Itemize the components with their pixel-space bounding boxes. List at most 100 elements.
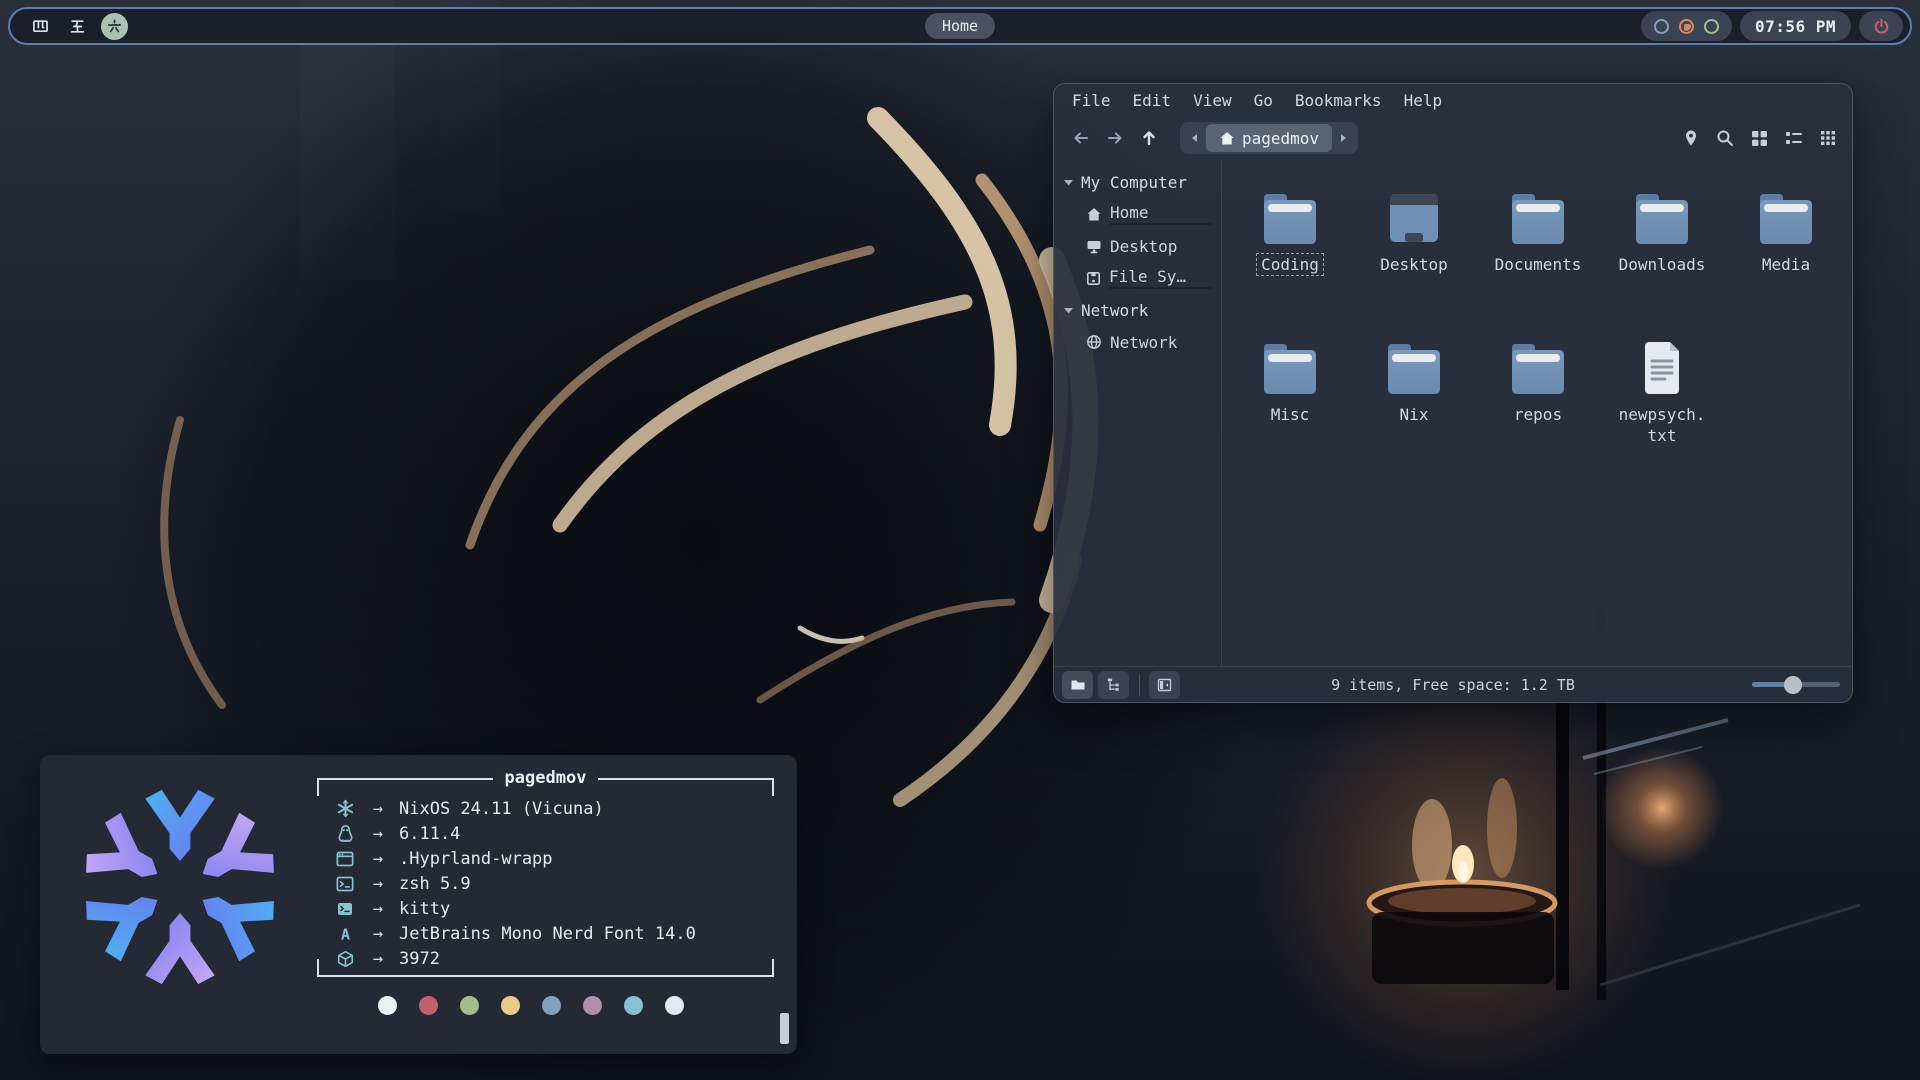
file-item-documents[interactable]: Documents — [1476, 189, 1600, 339]
tray-circle-green[interactable] — [1704, 19, 1719, 34]
folder-icon — [1510, 189, 1566, 245]
path-segment-home[interactable]: pagedmov — [1206, 124, 1332, 152]
sidebar-item-label: Network — [1110, 333, 1177, 352]
fetch-row-packages: → 3972 — [333, 946, 774, 971]
nixos-logo — [76, 783, 284, 991]
folder-icon — [1758, 189, 1814, 245]
terminal-icon — [337, 902, 353, 916]
tray-circle-blue[interactable] — [1654, 19, 1669, 34]
fetch-terminal-value: kitty — [399, 899, 450, 919]
path-location-label: pagedmov — [1242, 129, 1319, 148]
toolbar-view-controls — [1683, 129, 1838, 148]
file-item-desktop[interactable]: Desktop — [1352, 189, 1476, 339]
back-button[interactable] — [1064, 123, 1098, 153]
forward-arrow-icon — [1106, 130, 1124, 146]
list-view-icon[interactable] — [1785, 130, 1803, 146]
sidebar-item-desktop[interactable]: Desktop — [1054, 230, 1221, 262]
sidebar-item-label: Desktop — [1110, 237, 1177, 256]
package-cube-icon — [337, 950, 354, 968]
font-icon: A — [337, 926, 354, 942]
tree-icon — [1106, 677, 1121, 692]
file-item-media[interactable]: Media — [1724, 189, 1848, 339]
arrow-glyph: → — [363, 949, 393, 969]
home-icon — [1086, 207, 1102, 222]
shell-terminal-icon — [336, 876, 354, 892]
file-view[interactable]: Coding Desktop Documents — [1222, 160, 1852, 666]
menu-help[interactable]: Help — [1404, 91, 1443, 114]
workspace-6-active[interactable] — [101, 13, 128, 40]
palette-dot-6 — [624, 996, 643, 1015]
kanji-six-icon — [106, 18, 123, 35]
text-file-icon — [1640, 339, 1684, 395]
side-pane-icon — [1157, 678, 1172, 692]
file-item-misc[interactable]: Misc — [1228, 339, 1352, 489]
places-sidebar: My Computer Home Desktop File Sy… Networ… — [1054, 160, 1222, 666]
file-manager-window: File Edit View Go Bookmarks Help pagedmo… — [1053, 83, 1853, 703]
file-item-newpsych-txt[interactable]: newpsych.txt — [1600, 339, 1724, 489]
status-bar: 9 items, Free space: 1.2 TB — [1054, 666, 1852, 702]
menu-go[interactable]: Go — [1254, 91, 1273, 114]
folder-icon — [1262, 189, 1318, 245]
menu-bookmarks[interactable]: Bookmarks — [1295, 91, 1382, 114]
fetch-username: pagedmov — [493, 768, 599, 789]
zoom-slider-knob[interactable] — [1784, 676, 1802, 694]
forward-button[interactable] — [1098, 123, 1132, 153]
arrow-glyph: → — [363, 849, 393, 869]
menu-edit[interactable]: Edit — [1133, 91, 1172, 114]
file-label: Downloads — [1614, 253, 1711, 276]
menu-view[interactable]: View — [1193, 91, 1232, 114]
filesystem-drive-icon — [1086, 271, 1101, 286]
file-item-coding[interactable]: Coding — [1228, 189, 1352, 339]
sidebar-group-my-computer[interactable]: My Computer — [1054, 166, 1221, 198]
sidebar-item-filesystem[interactable]: File Sy… — [1054, 262, 1221, 294]
sidebar-group-label: My Computer — [1081, 173, 1187, 192]
palette-dot-7 — [665, 996, 684, 1015]
power-button[interactable] — [1859, 11, 1903, 41]
fetch-row-os: → NixOS 24.11 (Vicuna) — [333, 796, 774, 821]
menu-file[interactable]: File — [1072, 91, 1111, 114]
places-pane-button[interactable] — [1062, 671, 1093, 699]
workspace-4[interactable] — [27, 13, 54, 40]
sidebar-item-home[interactable]: Home — [1054, 198, 1221, 230]
desktop-icon — [1386, 189, 1442, 245]
fetch-row-wm: → .Hyprland-wrapp — [333, 846, 774, 871]
file-item-nix[interactable]: Nix — [1352, 339, 1476, 489]
icon-view-icon[interactable] — [1751, 130, 1768, 147]
collapse-triangle-icon — [1064, 179, 1073, 186]
search-icon[interactable] — [1716, 129, 1734, 147]
directory-tree-button[interactable] — [1098, 671, 1129, 699]
fetch-row-kernel: → 6.11.4 — [333, 821, 774, 846]
chevron-right-icon — [1340, 133, 1348, 143]
sidebar-item-label: Home — [1110, 203, 1211, 225]
file-item-downloads[interactable]: Downloads — [1600, 189, 1724, 339]
menu-bar: File Edit View Go Bookmarks Help — [1054, 84, 1852, 116]
folder-pane-icon — [1070, 678, 1086, 692]
tray-indicators[interactable] — [1641, 11, 1732, 41]
location-pin-icon[interactable] — [1683, 129, 1699, 148]
chevron-left-icon — [1190, 133, 1198, 143]
back-arrow-icon — [1072, 130, 1090, 146]
palette-dot-5 — [583, 996, 602, 1015]
sidebar-item-network[interactable]: Network — [1054, 326, 1221, 358]
desktop-icon — [1086, 239, 1102, 254]
sidebar-item-label: File Sy… — [1109, 267, 1211, 289]
compact-view-icon[interactable] — [1820, 130, 1836, 146]
linux-penguin-icon — [337, 824, 354, 843]
sidebar-group-network[interactable]: Network — [1054, 294, 1221, 326]
path-next-chevron[interactable] — [1332, 124, 1356, 152]
path-prev-chevron[interactable] — [1182, 124, 1206, 152]
focused-window-title[interactable]: Home — [925, 13, 995, 39]
tray-circle-orange[interactable] — [1679, 19, 1694, 34]
collapse-triangle-icon — [1064, 307, 1073, 314]
clock[interactable]: 07:56 PM — [1740, 11, 1851, 41]
file-label: Coding — [1256, 253, 1324, 276]
arrow-glyph: → — [363, 924, 393, 944]
toggle-side-pane-button[interactable] — [1149, 671, 1180, 699]
up-button[interactable] — [1132, 123, 1166, 153]
zoom-slider[interactable] — [1752, 676, 1840, 694]
file-label: repos — [1509, 403, 1567, 426]
power-icon — [1873, 18, 1890, 35]
workspace-5[interactable] — [64, 13, 91, 40]
arrow-glyph: → — [363, 824, 393, 844]
file-item-repos[interactable]: repos — [1476, 339, 1600, 489]
